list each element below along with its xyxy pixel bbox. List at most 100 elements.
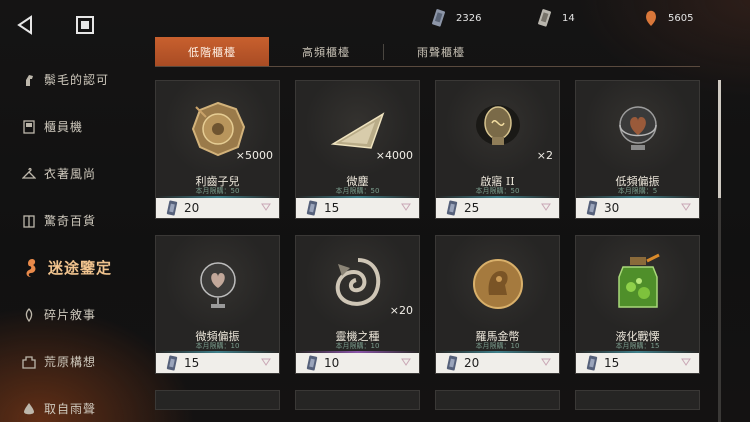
sidebar-item-fragments[interactable]: 碎片敘事 xyxy=(0,291,140,338)
sidebar-item-label: 衣著風尚 xyxy=(44,167,97,181)
sidebar: 鬃毛的認可 櫃員機 衣著風尚 驚奇百貨 迷途鑒定 碎片敘事 荒原構想 取自雨聲 xyxy=(0,56,140,422)
price-value: 20 xyxy=(464,356,480,370)
item-art xyxy=(436,81,559,177)
currency-ticket-stub[interactable]: 2326 xyxy=(430,8,518,28)
item-price[interactable]: 20 xyxy=(156,198,279,218)
lightbulb-icon xyxy=(475,105,520,145)
sidebar-item-mane-approval[interactable]: 鬃毛的認可 xyxy=(0,56,140,103)
item-purchase-limit: 本月限購：10 xyxy=(475,342,520,350)
shop-item-card[interactable]: 羅馬金幣 本月限購：10 20 xyxy=(435,235,560,374)
item-art xyxy=(576,236,699,332)
shop-item-card[interactable]: 微頻偏振 本月限購：10 15 xyxy=(155,235,280,374)
item-price[interactable]: 25 xyxy=(436,198,559,218)
item-art xyxy=(436,236,559,332)
atm-icon xyxy=(22,119,36,135)
currency-bar: 2326 14 5605 xyxy=(430,8,730,28)
scrollbar-thumb[interactable] xyxy=(718,80,721,198)
rarity-triangle-icon xyxy=(261,358,271,366)
shop-item-card[interactable]: ×5000 利齒子兒 本月限購：50 20 xyxy=(155,80,280,219)
item-purchase-limit: 本月限購：50 xyxy=(475,187,520,195)
item-purchase-limit: 本月限購：10 xyxy=(195,342,240,350)
price-value: 15 xyxy=(324,201,340,215)
item-purchase-limit: 本月限購：15 xyxy=(615,342,660,350)
item-price[interactable]: 15 xyxy=(156,353,279,373)
top-controls xyxy=(10,10,100,40)
hanger-icon xyxy=(22,166,36,182)
item-price[interactable]: 30 xyxy=(576,198,699,218)
sidebar-item-wasteland[interactable]: 荒原構想 xyxy=(0,338,140,385)
sidebar-item-label: 取自雨聲 xyxy=(44,402,97,416)
shop-item-grid: ×5000 利齒子兒 本月限購：50 20 ×4000 微塵 本月限購：50 1… xyxy=(155,80,700,422)
shop-item-card[interactable]: ×4000 微塵 本月限購：50 15 xyxy=(295,80,420,219)
rarity-triangle-icon xyxy=(681,358,691,366)
shop-item-card-partial[interactable] xyxy=(295,390,420,410)
item-purchase-limit: 本月限購：10 xyxy=(335,342,380,350)
sidebar-item-appraisal[interactable]: 迷途鑒定 xyxy=(0,244,140,291)
shop-item-card[interactable]: 液化戰慄 本月限購：15 15 xyxy=(575,235,700,374)
item-purchase-limit: 本月限購：50 xyxy=(195,187,240,195)
currency-ticket-card[interactable]: 14 xyxy=(536,8,624,28)
tab-low-counter[interactable]: 低階櫃檯 xyxy=(155,37,269,66)
item-art xyxy=(576,81,699,177)
ticket-stub-icon xyxy=(430,8,448,28)
ticket-stub-icon xyxy=(586,200,598,216)
currency-value: 5605 xyxy=(668,12,694,24)
sidebar-item-label: 荒原構想 xyxy=(44,355,97,369)
sidebar-item-fashion[interactable]: 衣著風尚 xyxy=(0,150,140,197)
sidebar-item-atm[interactable]: 櫃員機 xyxy=(0,103,140,150)
back-button[interactable] xyxy=(10,10,40,40)
roman-coin-icon xyxy=(472,259,523,309)
item-price[interactable]: 15 xyxy=(576,353,699,373)
sidebar-item-label: 碎片敘事 xyxy=(44,308,97,322)
shop-item-card[interactable]: 低頻偏振 本月限購：5 30 xyxy=(575,80,700,219)
ticket-stub-icon xyxy=(586,355,598,371)
rarity-triangle-icon xyxy=(261,203,271,211)
orange-drop-icon xyxy=(642,8,660,28)
dust-triangle-icon xyxy=(330,112,384,149)
item-quantity: ×20 xyxy=(389,304,413,317)
pen-icon xyxy=(22,307,36,323)
shop-item-card[interactable]: ×2 啟寤 II 本月限購：50 25 xyxy=(435,80,560,219)
glass-orb-icon xyxy=(199,262,236,308)
item-art xyxy=(296,236,419,332)
rarity-triangle-icon xyxy=(401,358,411,366)
rarity-triangle-icon xyxy=(541,203,551,211)
item-quantity: ×4000 xyxy=(375,149,413,162)
ticket-stub-icon xyxy=(306,200,318,216)
sidebar-item-label: 驚奇百貨 xyxy=(44,214,97,228)
ticket-stub-icon xyxy=(166,355,178,371)
tab-high-counter[interactable]: 高頻櫃檯 xyxy=(269,37,383,66)
price-value: 15 xyxy=(184,356,200,370)
rarity-triangle-icon xyxy=(401,203,411,211)
currency-value: 14 xyxy=(562,12,575,24)
shop-item-card-partial[interactable] xyxy=(155,390,280,410)
sidebar-item-rain[interactable]: 取自雨聲 xyxy=(0,385,140,422)
ticket-stub-icon xyxy=(166,200,178,216)
horse-icon xyxy=(22,72,36,88)
currency-drop[interactable]: 5605 xyxy=(642,8,730,28)
shop-item-card-partial[interactable] xyxy=(575,390,700,410)
swirl-seed-icon xyxy=(335,258,380,306)
counter-tabs: 低階櫃檯 高頻櫃檯 雨聲櫃檯 xyxy=(155,37,498,66)
price-value: 20 xyxy=(184,201,200,215)
tab-rain-counter[interactable]: 雨聲櫃檯 xyxy=(384,37,498,66)
shop-item-card-partial[interactable] xyxy=(435,390,560,410)
item-purchase-limit: 本月限購：50 xyxy=(335,187,380,195)
green-jar-icon xyxy=(617,253,660,308)
home-button[interactable] xyxy=(70,10,100,40)
shop-item-card[interactable]: ×20 靈機之種 本月限購：10 10 xyxy=(295,235,420,374)
ticket-card-icon xyxy=(536,8,554,28)
sidebar-item-wonder-store[interactable]: 驚奇百貨 xyxy=(0,197,140,244)
tabs-underline xyxy=(155,66,700,67)
item-price[interactable]: 20 xyxy=(436,353,559,373)
ticket-stub-icon xyxy=(306,355,318,371)
price-value: 15 xyxy=(604,356,620,370)
item-quantity: ×5000 xyxy=(235,149,273,162)
grid-scrollbar[interactable] xyxy=(718,80,721,422)
price-value: 10 xyxy=(324,356,340,370)
item-art xyxy=(156,81,279,177)
item-art xyxy=(156,236,279,332)
item-price[interactable]: 10 xyxy=(296,353,419,373)
item-price[interactable]: 15 xyxy=(296,198,419,218)
sidebar-item-label: 鬃毛的認可 xyxy=(44,73,110,87)
